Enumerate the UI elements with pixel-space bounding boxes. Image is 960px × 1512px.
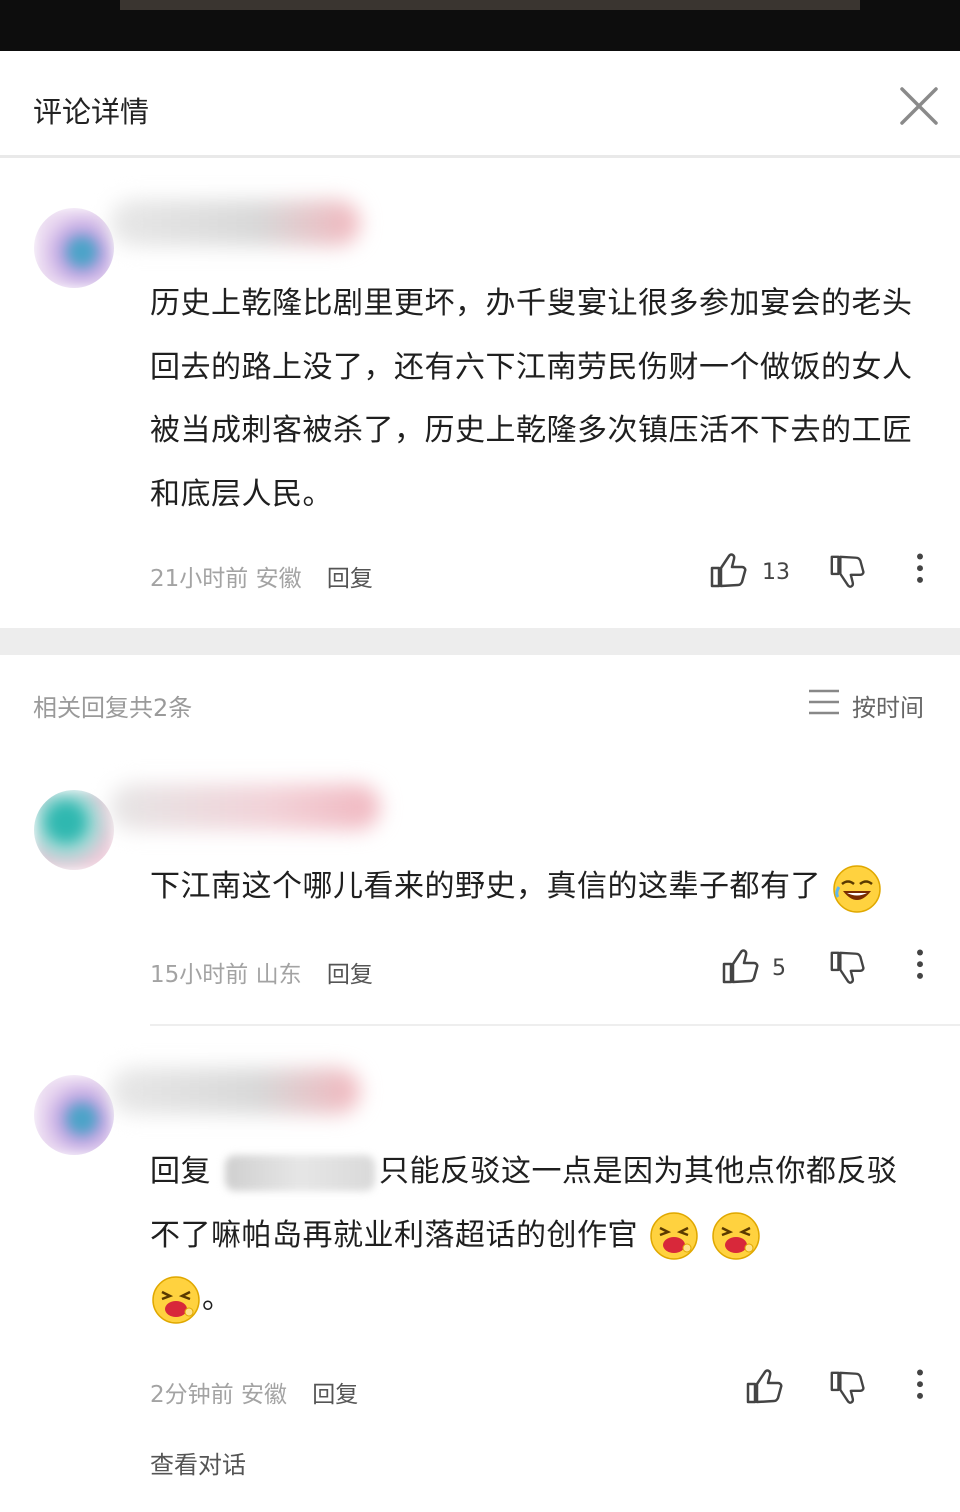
comment-detail-header: 评论详情 bbox=[0, 51, 960, 155]
comment-time: 21小时前 bbox=[150, 566, 249, 592]
thumbs-up-icon[interactable] bbox=[708, 550, 748, 590]
like-count: 5 bbox=[772, 956, 786, 981]
avatar[interactable] bbox=[34, 1075, 114, 1155]
thumbs-up-icon[interactable] bbox=[720, 946, 760, 986]
drooling-face-emoji bbox=[152, 1275, 200, 1324]
more-vertical-icon[interactable] bbox=[915, 552, 925, 588]
drooling-face-emoji bbox=[650, 1212, 698, 1260]
page-title: 评论详情 bbox=[33, 95, 150, 129]
reply-suffix: 。 bbox=[202, 1281, 233, 1316]
reply-button[interactable]: 回复 bbox=[327, 566, 373, 592]
comment-location: 安徽 bbox=[255, 566, 302, 592]
reply-prefix: 回复 bbox=[150, 1154, 211, 1189]
like-count: 13 bbox=[762, 560, 790, 585]
sort-lines-icon bbox=[809, 689, 839, 715]
reply-meta: 15小时前 山东 回复 bbox=[150, 955, 373, 989]
comment-text: 历史上乾隆比剧里更坏，办千叟宴让很多参加宴会的老头回去的路上没了，还有六下江南劳… bbox=[150, 286, 913, 512]
username-redacted[interactable] bbox=[110, 200, 360, 246]
username-redacted[interactable] bbox=[110, 784, 380, 830]
comment-body: 历史上乾隆比剧里更坏，办千叟宴让很多参加宴会的老头回去的路上没了，还有六下江南劳… bbox=[150, 272, 925, 526]
reply-time: 15小时前 bbox=[150, 962, 249, 988]
drooling-face-emoji bbox=[712, 1212, 760, 1260]
reply-divider bbox=[150, 1024, 960, 1026]
thumbs-down-icon[interactable] bbox=[828, 1369, 866, 1407]
video-preview-strip bbox=[0, 0, 960, 51]
reply-button[interactable]: 回复 bbox=[312, 1382, 358, 1408]
laughing-crying-emoji bbox=[833, 864, 881, 913]
mentioned-user-redacted[interactable] bbox=[225, 1154, 376, 1191]
reply-button[interactable]: 回复 bbox=[327, 962, 373, 988]
username-redacted[interactable] bbox=[110, 1068, 360, 1114]
reply-location: 山东 bbox=[255, 962, 302, 988]
sort-label: 按时间 bbox=[852, 694, 924, 722]
reply-meta: 2分钟前 安徽 回复 bbox=[150, 1375, 358, 1409]
section-separator bbox=[0, 628, 960, 655]
more-vertical-icon[interactable] bbox=[915, 948, 925, 984]
related-replies-title: 相关回复共2条 bbox=[33, 694, 193, 722]
reply-body: 下江南这个哪儿看来的野史，真信的这辈子都有了 bbox=[150, 855, 930, 919]
comment-meta: 21小时前 安徽 回复 bbox=[150, 559, 373, 593]
view-dialog-link[interactable]: 查看对话 bbox=[150, 1445, 246, 1480]
reply-location: 安徽 bbox=[240, 1382, 287, 1408]
more-vertical-icon[interactable] bbox=[915, 1368, 925, 1404]
header-divider bbox=[0, 155, 960, 158]
thumbs-up-icon[interactable] bbox=[744, 1366, 784, 1406]
avatar[interactable] bbox=[34, 790, 114, 870]
reply-text: 下江南这个哪儿看来的野史，真信的这辈子都有了 bbox=[150, 869, 821, 904]
thumbs-down-icon[interactable] bbox=[828, 949, 866, 987]
reply-body: 回复 只能反驳这一点是因为其他点你都反驳不了嘛帕岛再就业利落超话的创作官 。 bbox=[150, 1140, 925, 1331]
reply-time: 2分钟前 bbox=[150, 1382, 234, 1408]
video-thumbnail-edge bbox=[120, 0, 860, 10]
close-icon[interactable] bbox=[896, 83, 942, 129]
avatar[interactable] bbox=[34, 208, 114, 288]
thumbs-down-icon[interactable] bbox=[828, 553, 866, 591]
